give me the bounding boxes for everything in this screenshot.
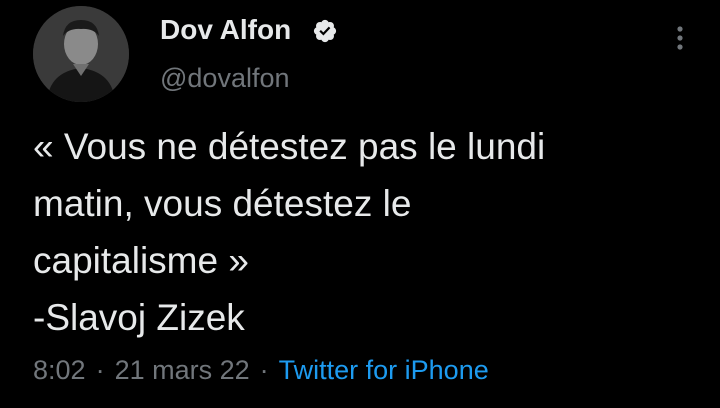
tweet-time[interactable]: 8:02 [33, 355, 86, 385]
avatar[interactable] [33, 6, 129, 102]
meta-separator: · [95, 355, 105, 385]
more-vertical-icon[interactable] [668, 22, 692, 54]
tweet-card: Dov Alfon @dovalfon « Vous ne détestez p… [0, 0, 720, 408]
verified-badge-icon [313, 19, 337, 43]
tweet-text-line: matin, vous détestez le [33, 183, 412, 224]
tweet-date[interactable]: 21 mars 22 [115, 355, 250, 385]
tweet-source-link[interactable]: Twitter for iPhone [279, 355, 489, 385]
author-handle[interactable]: @dovalfon [160, 60, 290, 96]
tweet-meta: 8:02 · 21 mars 22 · Twitter for iPhone [33, 352, 489, 388]
tweet-text-line: « Vous ne détestez pas le lundi [33, 126, 546, 167]
author-name[interactable]: Dov Alfon [160, 12, 291, 48]
tweet-text: « Vous ne détestez pas le lundi matin, v… [33, 118, 693, 346]
tweet-text-line: -Slavoj Zizek [33, 297, 245, 338]
meta-separator: · [259, 355, 269, 385]
avatar-photo [33, 6, 129, 102]
tweet-text-line: capitalisme » [33, 240, 249, 281]
